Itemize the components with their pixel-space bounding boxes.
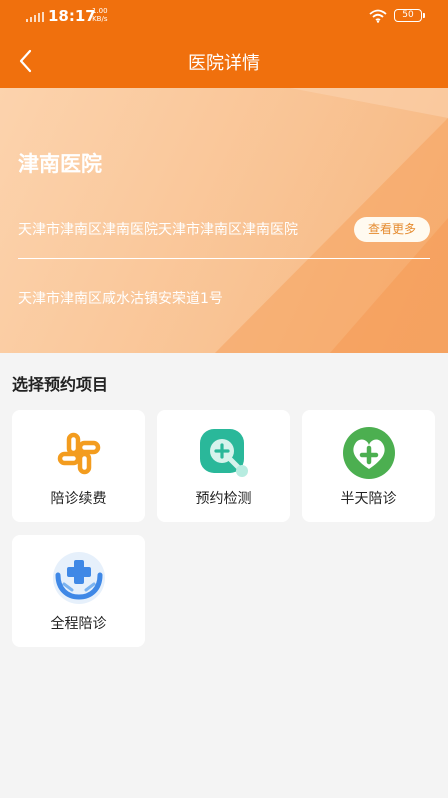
status-time: 18:17 xyxy=(48,7,96,25)
hospital-description: 天津市津南区津南医院天津市津南区津南医院 xyxy=(18,222,298,238)
net-speed-unit: KB/s xyxy=(92,15,108,23)
page-title: 医院详情 xyxy=(188,53,260,74)
status-bar: 18:17 1.00 KB/s 50 xyxy=(0,0,448,34)
view-more-button[interactable]: 查看更多 xyxy=(354,217,430,242)
wifi-icon xyxy=(369,9,387,23)
hospital-address: 天津市津南区咸水沽镇安荣道1号 xyxy=(18,291,223,307)
battery-icon: 50 xyxy=(394,9,425,22)
signal-icon xyxy=(26,12,44,22)
hands-cross-icon xyxy=(53,552,105,604)
hospital-banner: 津南医院 天津市津南区津南医院天津市津南区津南医院 查看更多 天津市津南区咸水沽… xyxy=(0,88,448,353)
header: 18:17 1.00 KB/s 50 医院详情 xyxy=(0,0,448,88)
service-card-renewal[interactable]: 陪诊续费 xyxy=(12,410,145,522)
magnifier-plus-icon xyxy=(200,429,248,477)
pinwheel-icon xyxy=(57,432,101,475)
service-label: 陪诊续费 xyxy=(50,491,107,507)
service-label: 预约检测 xyxy=(195,491,252,507)
service-label: 半天陪诊 xyxy=(340,491,397,507)
service-label: 全程陪诊 xyxy=(50,616,107,632)
divider xyxy=(18,258,430,259)
service-card-test-booking[interactable]: 预约检测 xyxy=(157,410,290,522)
hospital-name: 津南医院 xyxy=(18,152,102,176)
service-card-full-course[interactable]: 全程陪诊 xyxy=(12,535,145,647)
service-card-half-day[interactable]: 半天陪诊 xyxy=(302,410,435,522)
net-speed-value: 1.00 xyxy=(92,7,108,15)
heart-cross-icon xyxy=(343,427,395,479)
net-speed: 1.00 KB/s xyxy=(92,7,108,23)
section-title: 选择预约项目 xyxy=(12,375,109,394)
